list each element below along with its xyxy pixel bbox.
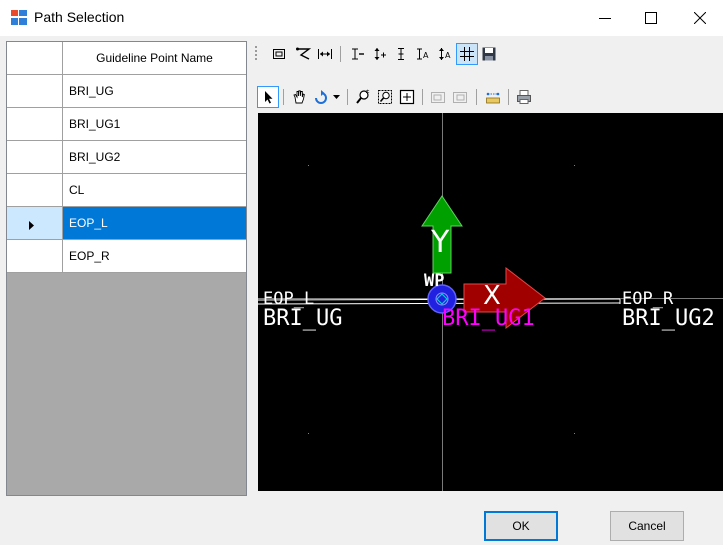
app-icon: [11, 10, 27, 25]
guideline-label-bri-ug: BRI_UG: [263, 306, 343, 331]
select-arrow-button[interactable]: [257, 86, 279, 108]
perspective-button[interactable]: [292, 43, 314, 65]
row-header[interactable]: [7, 108, 63, 141]
fit-width-icon: [317, 46, 333, 62]
frame-button[interactable]: [268, 43, 290, 65]
maximize-icon: [645, 12, 657, 24]
table-row[interactable]: BRI_UG1: [7, 108, 246, 141]
next-view-icon: [452, 89, 468, 105]
y-axis-icon: [393, 46, 409, 62]
zoom-extents-icon: [399, 89, 415, 105]
fit-width-button[interactable]: [314, 43, 336, 65]
rotate-button[interactable]: [310, 86, 332, 108]
grid-cell[interactable]: BRI_UG: [63, 75, 246, 108]
row-header[interactable]: [7, 75, 63, 108]
navigation-toolbar: ±: [254, 83, 624, 110]
ok-button[interactable]: OK: [484, 511, 558, 541]
table-row-selected[interactable]: EOP_L: [7, 207, 246, 240]
guideline-label-bri-ug1: BRI_UG1: [442, 306, 535, 331]
previous-view-icon: [430, 89, 446, 105]
y-axis-auto-button[interactable]: A: [434, 43, 456, 65]
minimize-button[interactable]: [582, 0, 628, 36]
table-row[interactable]: CL: [7, 174, 246, 207]
y-axis-plus-button[interactable]: [368, 43, 390, 65]
x-axis-auto-icon: A: [415, 46, 431, 62]
print-icon: [516, 89, 532, 105]
zoom-icon: ±: [355, 89, 371, 105]
guideline-point-grid[interactable]: Guideline Point Name BRI_UG BRI_UG1 BRI_…: [6, 41, 247, 496]
zoom-region-icon: [377, 89, 393, 105]
save-button[interactable]: [478, 43, 500, 65]
rotate-dropdown-button[interactable]: [330, 86, 342, 108]
window-title: Path Selection: [34, 9, 125, 25]
svg-text:A: A: [423, 51, 429, 60]
svg-text:A: A: [445, 51, 451, 60]
pan-hand-button[interactable]: [288, 86, 310, 108]
grid-cell[interactable]: EOP_R: [63, 240, 246, 273]
save-icon: [481, 46, 497, 62]
grid-header-row: Guideline Point Name: [7, 42, 246, 75]
grid-cell[interactable]: EOP_L: [63, 207, 246, 240]
y-axis-auto-icon: A: [437, 46, 453, 62]
row-header-corner: [7, 42, 63, 75]
svg-text:±: ±: [366, 89, 370, 95]
maximize-button[interactable]: [628, 0, 674, 36]
table-row[interactable]: EOP_R: [7, 240, 246, 273]
toolbar-separator: [476, 89, 477, 105]
row-header[interactable]: [7, 174, 63, 207]
view-toolbar: A A: [254, 40, 594, 67]
grid-icon: [459, 46, 475, 62]
toolbar-grip[interactable]: [254, 45, 258, 63]
perspective-icon: [295, 46, 311, 62]
origin-label: WP: [424, 271, 445, 291]
x-axis-button[interactable]: [346, 43, 368, 65]
print-button[interactable]: [513, 86, 535, 108]
current-row-arrow-icon: [29, 219, 34, 233]
client-area: Guideline Point Name BRI_UG BRI_UG1 BRI_…: [0, 36, 723, 545]
toolbar-separator: [347, 89, 348, 105]
table-row[interactable]: BRI_UG: [7, 75, 246, 108]
toolbar-separator: [422, 89, 423, 105]
select-arrow-icon: [260, 89, 276, 105]
grid-cell[interactable]: BRI_UG2: [63, 141, 246, 174]
x-axis-auto-button[interactable]: A: [412, 43, 434, 65]
zoom-extents-button[interactable]: [396, 86, 418, 108]
measure-icon: [485, 89, 501, 105]
column-header-guideline-point-name[interactable]: Guideline Point Name: [63, 42, 246, 75]
dropdown-arrow-icon: [332, 95, 340, 99]
x-axis-icon: [349, 46, 365, 62]
y-axis-plus-icon: [371, 46, 387, 62]
frame-icon: [271, 46, 287, 62]
previous-view-button[interactable]: [427, 86, 449, 108]
cancel-button[interactable]: Cancel: [610, 511, 684, 541]
rotate-icon: [313, 89, 329, 105]
toolbar-separator: [283, 89, 284, 105]
minimize-icon: [599, 12, 611, 24]
close-button[interactable]: [677, 0, 723, 36]
zoom-button[interactable]: ±: [352, 86, 374, 108]
y-axis-label: Y: [431, 225, 450, 260]
grid-button[interactable]: [456, 43, 478, 65]
grid-cell[interactable]: BRI_UG1: [63, 108, 246, 141]
guideline-label-bri-ug2: BRI_UG2: [622, 306, 715, 331]
pan-hand-icon: [291, 89, 307, 105]
row-header[interactable]: [7, 240, 63, 273]
next-view-button[interactable]: [449, 86, 471, 108]
measure-button[interactable]: [482, 86, 504, 108]
row-header[interactable]: [7, 141, 63, 174]
toolbar-separator: [508, 89, 509, 105]
y-axis-button[interactable]: [390, 43, 412, 65]
table-row[interactable]: BRI_UG2: [7, 141, 246, 174]
close-icon: [694, 12, 706, 24]
toolbar-separator: [340, 46, 341, 62]
grid-cell[interactable]: CL: [63, 174, 246, 207]
zoom-region-button[interactable]: [374, 86, 396, 108]
title-bar: Path Selection: [0, 0, 723, 36]
graphics-viewport[interactable]: Y X WP EOP_L BRI_UG BRI_UG1 EOP_R BRI_UG…: [258, 113, 723, 491]
row-header[interactable]: [7, 207, 63, 240]
